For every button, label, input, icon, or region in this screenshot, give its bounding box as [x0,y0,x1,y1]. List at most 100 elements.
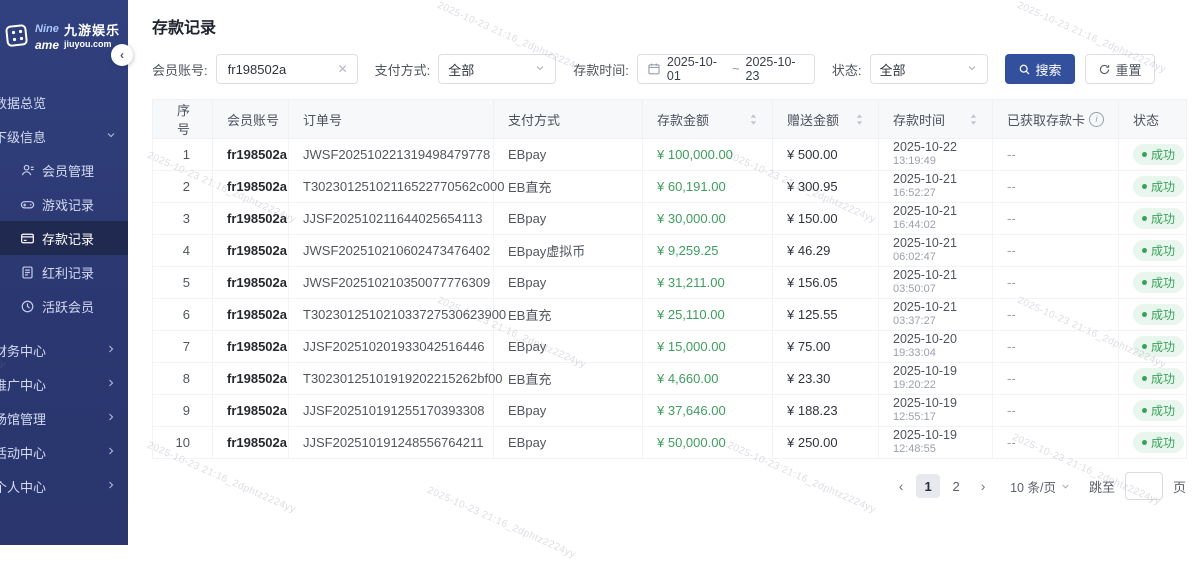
cell-status: 成功 [1119,235,1187,267]
cell-order: JJSF202510191248556764211 [289,427,494,459]
cell-method: EBpay [494,395,643,427]
sidebar-item-promotion-center[interactable]: 推广中心 [0,367,128,401]
cell-seq: 10 [153,427,213,459]
logo-word-nine: Nine [35,24,59,37]
cell-order: JJSF202510191255170393308 [289,395,494,427]
status-badge: 成功 [1133,176,1184,197]
cell-amount: ¥ 25,110.00 [643,299,773,331]
sidebar-item-deposit-records[interactable]: 存款记录 [0,221,128,255]
table-row: 5fr198502aJWSF202510210350077776309EBpay… [153,267,1187,299]
reset-button[interactable]: 重置 [1085,54,1155,84]
table-row: 3fr198502aJJSF202510211644025654113EBpay… [153,203,1187,235]
status-dot-icon [1142,216,1147,221]
chevron-right-icon [105,445,117,460]
page-button-1[interactable]: 1 [916,474,940,498]
cell-bonus: ¥ 46.29 [773,235,879,267]
column-header-bonus[interactable]: 赠送金额 [773,100,879,139]
account-input[interactable] [226,61,330,78]
next-page-button[interactable]: › [972,474,994,498]
cell-card: -- [993,267,1119,299]
pagination: ‹ 1 2 › 10 条/页 跳至 页 [152,472,1186,500]
chevron-left-icon: ‹ [120,48,124,62]
payment-method-select[interactable]: 全部 [438,54,556,84]
cell-card: -- [993,395,1119,427]
sidebar-collapse-button[interactable]: ‹ [111,44,133,66]
sidebar-item-subordinate-info[interactable]: 下级信息 [0,119,128,153]
cell-status: 成功 [1119,363,1187,395]
clear-icon[interactable]: ✕ [338,62,348,76]
status-badge: 成功 [1133,336,1184,357]
deposit-time-label: 存款时间: [573,60,629,79]
page-size-select[interactable]: 10 条/页 [1010,477,1071,496]
sidebar-item-activity-center[interactable]: 活动中心 [0,435,128,469]
column-header-time[interactable]: 存款时间 [879,100,993,139]
page-title: 存款记录 [152,14,1200,38]
sidebar-item-finance-center[interactable]: 财务中心 [0,333,128,367]
sort-icon[interactable] [749,113,758,126]
status-dot-icon [1142,280,1147,285]
cell-order: T30230125102116522770562c000 [289,171,494,203]
sidebar-item-label: 推广中心 [0,375,46,394]
cell-order: T302301251021033727530623900 [289,299,494,331]
refresh-icon [1098,63,1111,76]
jump-page-input[interactable] [1125,472,1163,500]
sidebar-item-venue-management[interactable]: 场馆管理 [0,401,128,435]
sidebar-item-data-overview[interactable]: 数据总览 [0,85,128,119]
table-row: 6fr198502aT302301251021033727530623900EB… [153,299,1187,331]
sidebar-item-label: 会员管理 [42,161,94,180]
status-dot-icon [1142,312,1147,317]
sidebar-item-active-members[interactable]: 活跃会员 [0,289,128,323]
cell-card: -- [993,427,1119,459]
chevron-right-icon [105,479,117,494]
sidebar-nav: 数据总览 下级信息 会员管理 [0,85,128,503]
sort-icon[interactable] [969,113,978,126]
table-header-row: 序号 会员账号 订单号 支付方式 存款金额 赠送金额 [153,100,1187,139]
column-header-card: 已获取存款卡 i [993,100,1119,139]
status-dot-icon [1142,408,1147,413]
cell-time: 2025-10-2116:44:02 [879,203,993,235]
cell-amount: ¥ 30,000.00 [643,203,773,235]
status-dot-icon [1142,184,1147,189]
column-header-amount[interactable]: 存款金额 [643,100,773,139]
cell-bonus: ¥ 188.23 [773,395,879,427]
cell-amount: ¥ 9,259.25 [643,235,773,267]
column-header-status: 状态 [1119,100,1187,139]
cell-bonus: ¥ 250.00 [773,427,879,459]
sidebar-item-personal-center[interactable]: 个人中心 [0,469,128,503]
account-filter-box: ✕ [216,54,358,84]
cell-status: 成功 [1119,139,1187,171]
cell-amount: ¥ 31,211.00 [643,267,773,299]
sidebar-item-label: 活跃会员 [42,297,94,316]
status-label: 状态: [832,60,862,79]
sidebar-item-bonus-records[interactable]: 红利记录 [0,255,128,289]
cell-method: EBpay [494,139,643,171]
cell-seq: 7 [153,331,213,363]
table-row: 1fr198502aJWSF202510221319498479778EBpay… [153,139,1187,171]
cell-order: JJSF202510201933042516446 [289,331,494,363]
cell-seq: 6 [153,299,213,331]
sidebar-item-member-management[interactable]: 会员管理 [0,153,128,187]
chevron-down-icon [105,129,117,144]
prev-page-button[interactable]: ‹ [890,474,912,498]
status-select[interactable]: 全部 [870,54,988,84]
sidebar-item-label: 场馆管理 [0,409,46,428]
cell-card: -- [993,139,1119,171]
sidebar-item-game-records[interactable]: 游戏记录 [0,187,128,221]
cell-card: -- [993,363,1119,395]
cell-amount: ¥ 100,000.00 [643,139,773,171]
column-header-method: 支付方式 [494,100,643,139]
chevron-right-icon [105,411,117,426]
cell-seq: 8 [153,363,213,395]
info-icon[interactable]: i [1089,112,1104,127]
account-label: 会员账号: [152,60,208,79]
column-header-account: 会员账号 [213,100,289,139]
cell-method: EB直充 [494,363,643,395]
status-badge: 成功 [1133,432,1184,453]
cell-seq: 1 [153,139,213,171]
search-button[interactable]: 搜索 [1005,54,1075,84]
cell-order: T30230125101919202215262bf00 [289,363,494,395]
table-body: 1fr198502aJWSF202510221319498479778EBpay… [153,139,1187,459]
page-button-2[interactable]: 2 [944,474,968,498]
date-range-picker[interactable]: 2025-10-01 ~ 2025-10-23 [637,54,815,84]
sort-icon[interactable] [855,113,864,126]
